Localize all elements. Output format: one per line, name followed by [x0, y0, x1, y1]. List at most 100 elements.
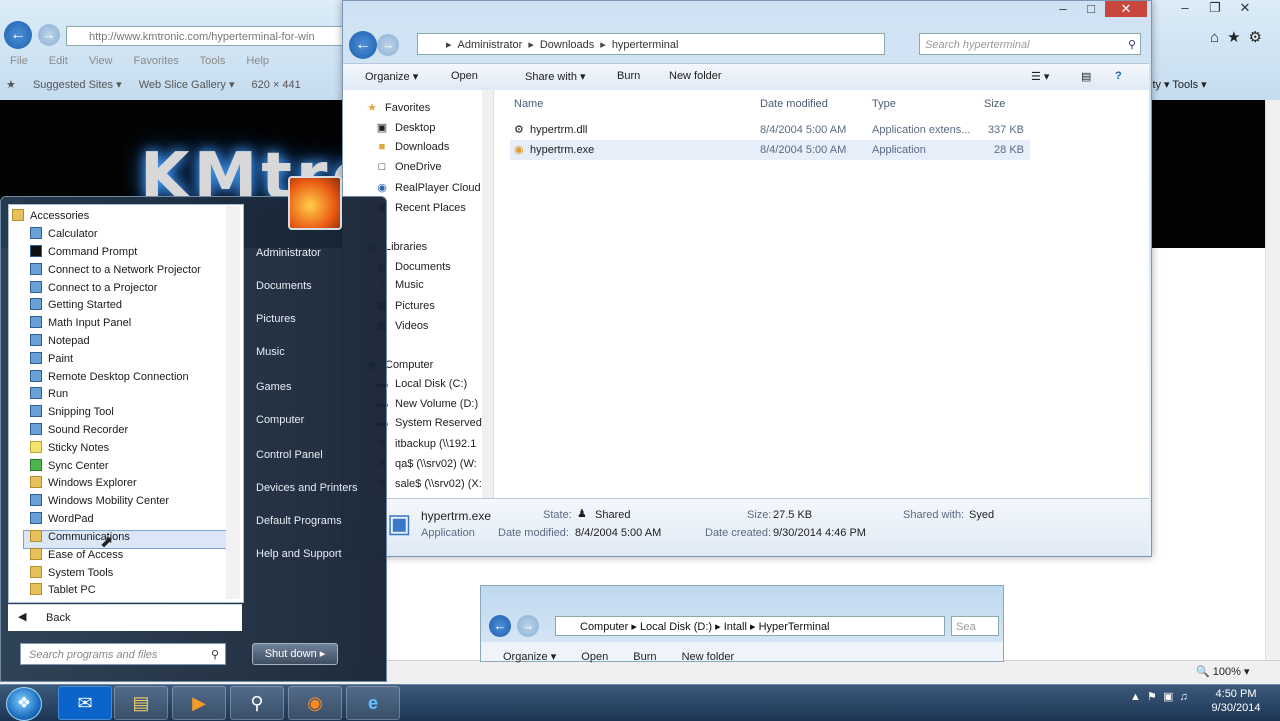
open-button[interactable]: Open	[581, 651, 608, 663]
back-button[interactable]: ◀ Back	[8, 604, 242, 631]
search-input[interactable]: Sea	[951, 616, 999, 636]
start-documents[interactable]: Documents	[256, 280, 312, 292]
nav-downloads[interactable]: ■ Downloads	[375, 141, 450, 153]
nav-sale-share[interactable]: ✖sale$ (\\srv02) (X:	[375, 477, 481, 490]
program-wordpad[interactable]: WordPad	[30, 512, 94, 525]
breadcrumb-hyperterminal[interactable]: HyperTerminal	[759, 621, 830, 633]
organize-button[interactable]: Organize ▾	[503, 651, 556, 663]
fav-web-slice-gallery[interactable]: Web Slice Gallery ▾	[139, 79, 235, 91]
gear-icon[interactable]: ⚙	[1249, 29, 1262, 46]
home-icon[interactable]: ⌂	[1210, 29, 1219, 46]
minimize-icon[interactable]: –	[1170, 0, 1200, 15]
volume-icon[interactable]: ♫	[1180, 691, 1188, 703]
nav-onedrive[interactable]: □ OneDrive	[375, 161, 442, 173]
program-folder-accessories[interactable]: Accessories	[12, 209, 89, 222]
shutdown-button[interactable]: Shut down ▸	[252, 643, 338, 665]
breadcrumb-computer[interactable]: Computer	[580, 621, 628, 633]
clock[interactable]: 4:50 PM 9/30/2014	[1206, 687, 1266, 715]
program-getting-started[interactable]: Getting Started	[30, 298, 122, 311]
taskbar-media-player[interactable]: ▶	[172, 686, 226, 720]
open-button[interactable]: Open	[451, 70, 478, 82]
column-date-modified[interactable]: Date modified	[760, 98, 828, 110]
close-icon[interactable]: ✕	[1230, 0, 1260, 16]
program-command-prompt[interactable]: Command Prompt	[30, 245, 137, 258]
program-calculator[interactable]: Calculator	[30, 227, 98, 240]
breadcrumb-downloads[interactable]: Downloads	[540, 39, 594, 51]
back-icon[interactable]: ←	[4, 21, 32, 49]
forward-icon[interactable]: →	[517, 615, 539, 637]
breadcrumb-intall[interactable]: Intall	[724, 621, 747, 633]
command-bar-right[interactable]: ity ▾ Tools ▾	[1150, 78, 1207, 91]
program-sticky-notes[interactable]: Sticky Notes	[30, 441, 109, 454]
favorites-star-icon[interactable]: ★	[1227, 29, 1240, 46]
search-icon[interactable]: ⚲	[211, 644, 219, 666]
page-scrollbar[interactable]	[1265, 100, 1280, 660]
program-folder-communications[interactable]: Communications	[30, 530, 130, 543]
program-remote-desktop[interactable]: Remote Desktop Connection	[30, 370, 189, 383]
start-button[interactable]: ❖	[6, 687, 42, 721]
start-pictures[interactable]: Pictures	[256, 313, 296, 325]
nav-itbackup[interactable]: ✖itbackup (\\192.1	[375, 437, 476, 450]
program-sound-recorder[interactable]: Sound Recorder	[30, 423, 128, 436]
start-control-panel[interactable]: Control Panel	[256, 449, 323, 461]
minimize-icon[interactable]: –	[1049, 1, 1077, 16]
programs-scrollbar[interactable]	[226, 206, 240, 599]
forward-icon[interactable]: →	[377, 34, 399, 56]
program-snipping-tool[interactable]: Snipping Tool	[30, 405, 114, 418]
program-folder-tablet-pc[interactable]: Tablet PC	[30, 583, 96, 596]
taskbar-outlook[interactable]: ✉	[58, 686, 112, 720]
nav-qa-share[interactable]: ✖qa$ (\\srv02) (W:	[375, 457, 476, 470]
fav-suggested-sites[interactable]: Suggested Sites ▾	[33, 79, 122, 91]
organize-button[interactable]: Organize ▾	[365, 70, 418, 83]
menu-help[interactable]: Help	[246, 55, 269, 67]
program-network-projector[interactable]: Connect to a Network Projector	[30, 263, 201, 276]
burn-button[interactable]: Burn	[617, 70, 640, 82]
file-row-selected[interactable]: ◉ hypertrm.exe 8/4/2004 5:00 AM Applicat…	[510, 140, 1030, 160]
column-type[interactable]: Type	[872, 98, 896, 110]
program-notepad[interactable]: Notepad	[30, 334, 90, 347]
file-row[interactable]: ⚙ hypertrm.dll 8/4/2004 5:00 AM Applicat…	[510, 120, 1030, 140]
start-search-input[interactable]: Search programs and files ⚲	[20, 643, 226, 665]
taskbar-firefox[interactable]: ◉	[288, 686, 342, 720]
address-bar[interactable]: ▸ Administrator ▸ Downloads ▸ hyperterminal	[417, 33, 885, 55]
nav-scrollbar[interactable]	[482, 90, 493, 498]
nav-drive-c[interactable]: ▬Local Disk (C:)	[375, 378, 468, 390]
program-mobility-center[interactable]: Windows Mobility Center	[30, 494, 169, 507]
forward-icon[interactable]: →	[38, 24, 60, 46]
program-windows-explorer[interactable]: Windows Explorer	[30, 476, 137, 489]
address-bar[interactable]: http://www.kmtronic.com/hyperterminal-fo…	[66, 26, 366, 46]
menu-edit[interactable]: Edit	[49, 55, 68, 67]
menu-view[interactable]: View	[89, 55, 113, 67]
start-default-programs[interactable]: Default Programs	[256, 515, 342, 527]
breadcrumb-local-disk[interactable]: Local Disk (D:)	[640, 621, 712, 633]
nav-drive-d[interactable]: ▬New Volume (D:)	[375, 398, 479, 410]
column-size[interactable]: Size	[984, 98, 1005, 110]
menu-file[interactable]: File	[10, 55, 28, 67]
start-user-name[interactable]: Administrator	[256, 247, 321, 259]
flag-icon[interactable]: ⚑	[1147, 691, 1157, 703]
close-icon[interactable]: ✕	[1105, 1, 1147, 17]
explorer-window-secondary[interactable]: ← → Computer ▸ Local Disk (D:) ▸ Intall …	[480, 585, 1004, 663]
tray-arrow-icon[interactable]: ▲	[1130, 691, 1141, 703]
new-folder-button[interactable]: New folder	[669, 70, 722, 82]
taskbar-internet-explorer[interactable]: e	[346, 686, 400, 720]
start-music[interactable]: Music	[256, 346, 285, 358]
program-paint[interactable]: Paint	[30, 352, 73, 365]
taskbar-explorer[interactable]: ▤	[114, 686, 168, 720]
taskbar-magnifier[interactable]: ⚲	[230, 686, 284, 720]
fav-image-tab[interactable]: 620 × 441	[252, 79, 301, 91]
burn-button[interactable]: Burn	[633, 651, 656, 663]
nav-realplayer-cloud[interactable]: ◉ RealPlayer Cloud	[375, 181, 480, 194]
breadcrumb-administrator[interactable]: Administrator	[458, 39, 523, 51]
view-options-icon[interactable]: ☰ ▾	[1031, 70, 1049, 83]
network-icon[interactable]: ▣	[1163, 691, 1173, 703]
column-name[interactable]: Name	[514, 98, 543, 110]
search-input[interactable]: Search hyperterminal ⚲	[919, 33, 1141, 55]
back-icon[interactable]: ←	[349, 31, 377, 59]
nav-desktop[interactable]: ▣ Desktop	[375, 121, 436, 134]
zoom-level[interactable]: 🔍 100% ▾	[1196, 665, 1249, 678]
star-icon[interactable]: ★	[6, 79, 16, 91]
program-folder-system-tools[interactable]: System Tools	[30, 566, 113, 579]
preview-pane-icon[interactable]: ▤	[1081, 70, 1091, 83]
explorer-window[interactable]: – □ ✕ ← → ▸ Administrator ▸ Downloads ▸ hyperte…	[342, 0, 1152, 557]
